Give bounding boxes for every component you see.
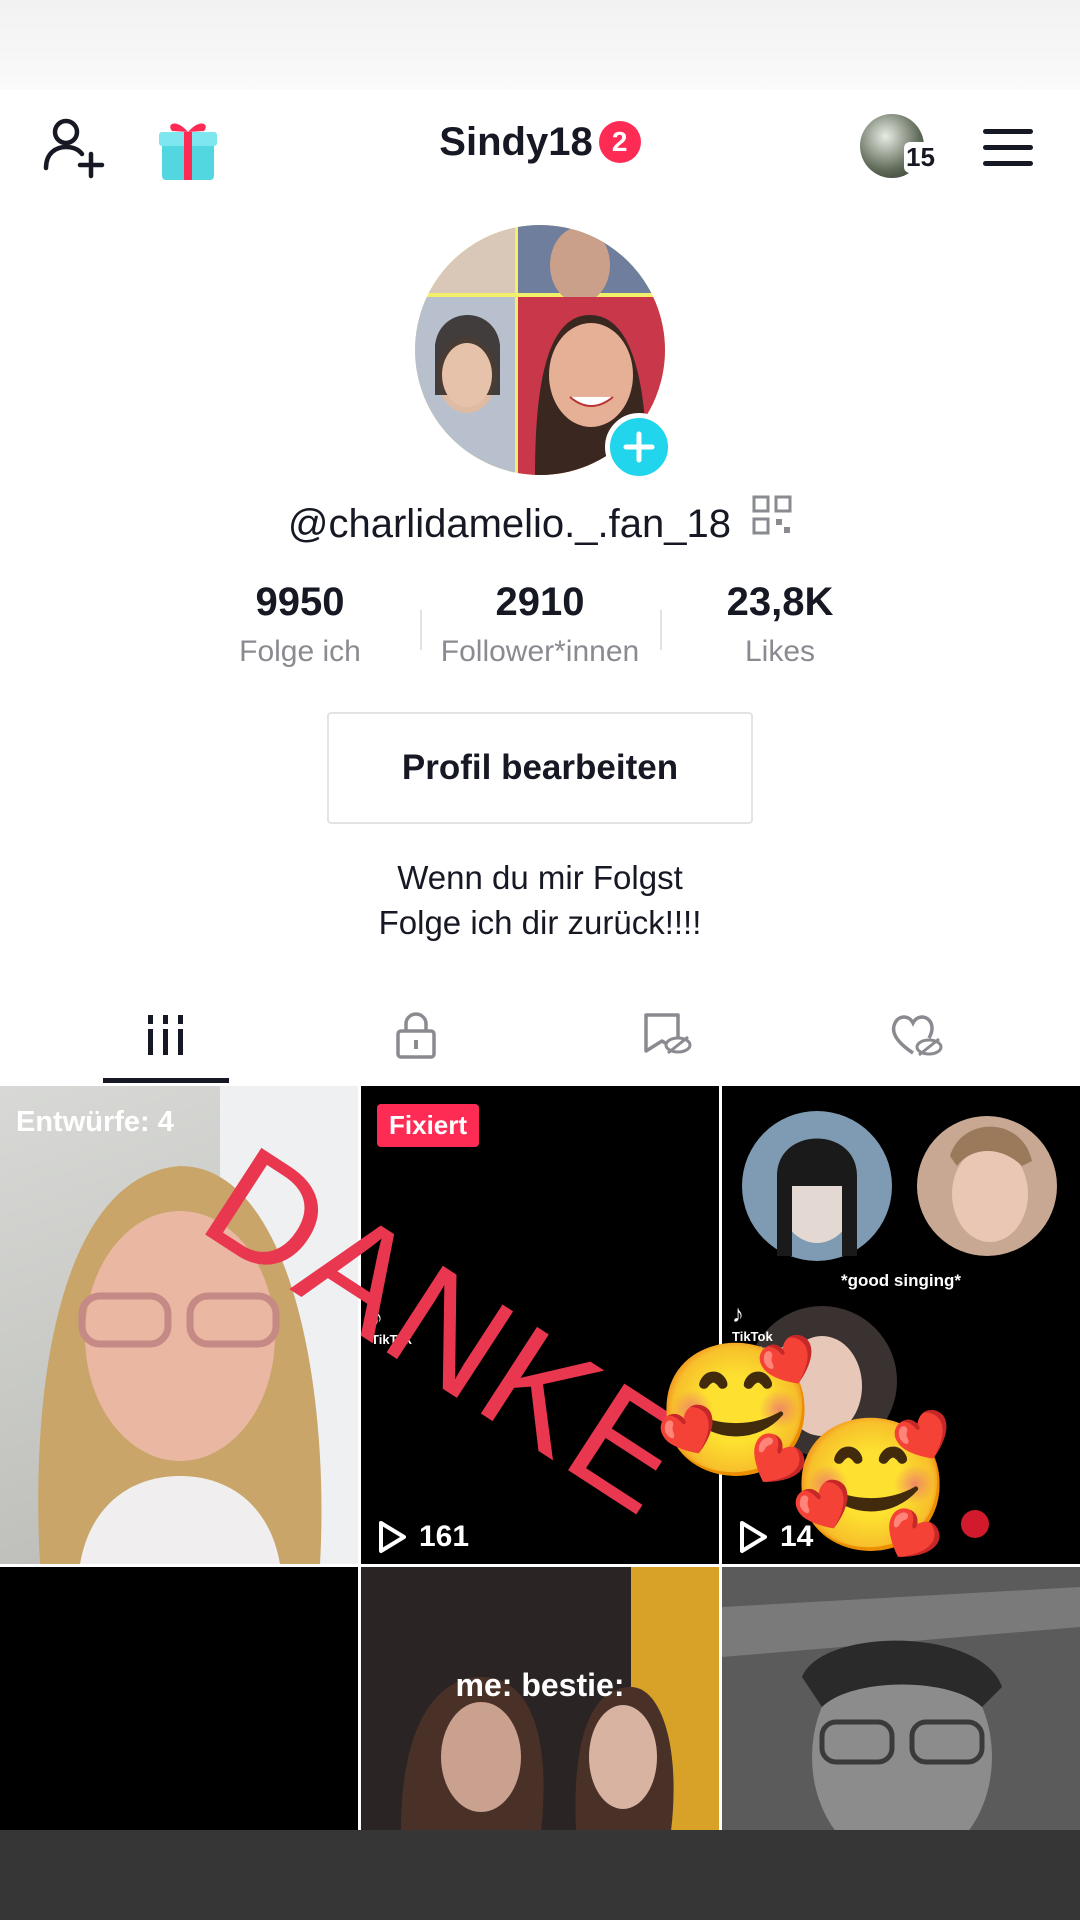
edit-profile-button[interactable]: Profil bearbeiten: [327, 712, 753, 824]
profile-stats: 9950 Folge ich 2910 Follower*innen 23,8K…: [0, 580, 1080, 680]
smiling-hearts-emoji: 🥰: [790, 1412, 952, 1558]
pinned-badge: Fixiert: [377, 1104, 480, 1147]
stat-likes[interactable]: 23,8K Likes: [660, 580, 900, 669]
stat-label: Follower*innen: [440, 635, 640, 668]
hidden-saved-icon: [644, 1013, 692, 1055]
stat-value: 2910: [495, 580, 585, 624]
lock-icon: [396, 1012, 436, 1059]
tab-videos[interactable]: [31, 985, 301, 1085]
play-icon: [740, 1521, 767, 1553]
notification-badge: 2: [598, 121, 641, 164]
view-count: 161: [377, 1520, 469, 1554]
video-tile[interactable]: [0, 1567, 358, 1831]
video-caption: *good singing*: [841, 1271, 961, 1290]
stat-following[interactable]: 9950 Folge ich: [180, 580, 420, 669]
stat-label: Likes: [744, 635, 816, 668]
video-thumbnail: [722, 1567, 1080, 1831]
drafts-label: Entwürfe: 4: [16, 1106, 174, 1138]
qr-code-icon[interactable]: [752, 495, 792, 535]
account-switcher[interactable]: Sindy18 2: [0, 118, 1080, 165]
stat-label: Folge ich: [239, 635, 361, 668]
tab-liked[interactable]: [781, 985, 1051, 1085]
stat-divider: [420, 610, 422, 650]
bio-line: Wenn du mir Folgst: [397, 859, 683, 896]
tab-saved[interactable]: [531, 985, 801, 1085]
username-title: Sindy18: [439, 119, 593, 164]
active-tab-indicator: [103, 1078, 229, 1083]
video-tile[interactable]: [722, 1567, 1080, 1831]
tab-private[interactable]: [281, 985, 551, 1085]
add-avatar-button[interactable]: [605, 413, 673, 481]
profile-bio: Wenn du mir Folgst Folge ich dir zurück!…: [0, 855, 1080, 945]
videos-grid-icon: [148, 1015, 183, 1055]
profile-handle-row: @charlidamelio._.fan_18: [0, 495, 1080, 547]
stat-followers[interactable]: 2910 Follower*innen: [420, 580, 660, 669]
video-tile[interactable]: me: bestie:: [361, 1567, 719, 1831]
stat-value: 9950: [255, 580, 345, 624]
status-bar: [0, 0, 1080, 90]
stat-divider: [660, 610, 662, 650]
meme-caption: me: bestie:: [455, 1667, 625, 1703]
bottom-bar: [0, 1830, 1080, 1920]
stat-value: 23,8K: [726, 580, 834, 624]
bio-line: Folge ich dir zurück!!!!: [378, 904, 702, 941]
play-icon: [379, 1521, 406, 1553]
hidden-liked-icon: [891, 1015, 943, 1057]
profile-handle: @charlidamelio._.fan_18: [287, 501, 731, 546]
view-count-value: 161: [419, 1520, 470, 1553]
plus-icon: [623, 431, 655, 463]
profile-tabs: [0, 985, 1080, 1085]
